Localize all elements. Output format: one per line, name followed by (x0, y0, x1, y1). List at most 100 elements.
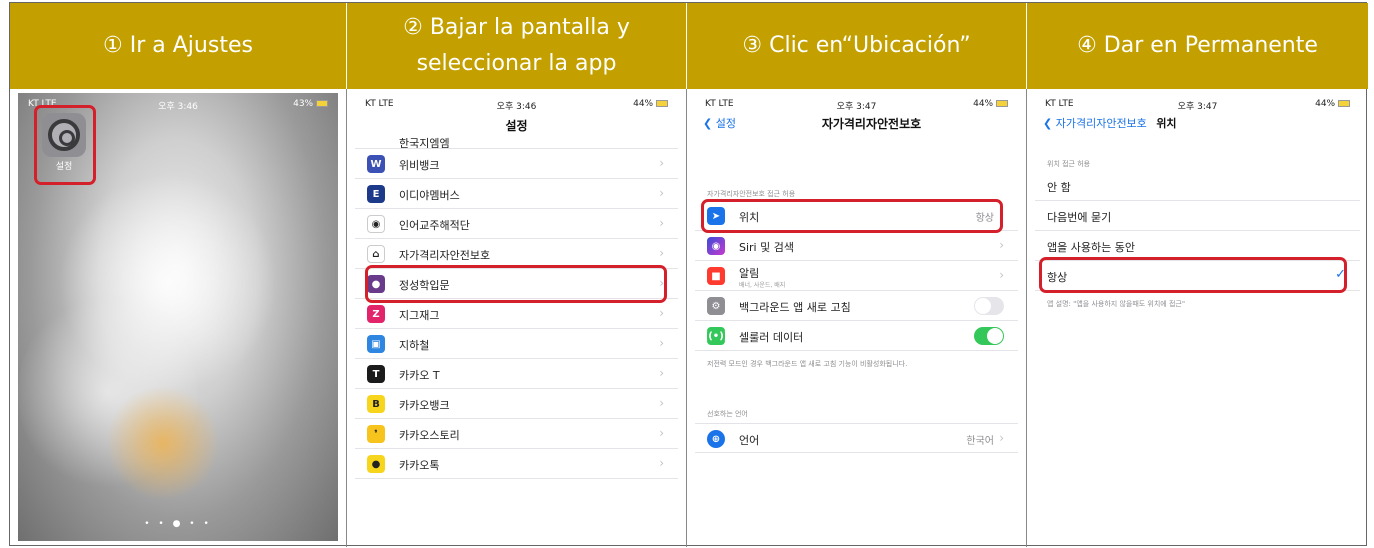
app-icon: ◉ (367, 215, 385, 233)
cellular-label: 셀룰러 데이터 (739, 331, 804, 344)
list-item[interactable]: B 카카오뱅크 › (355, 389, 678, 419)
siri-label: Siri 및 검색 (739, 241, 794, 254)
chevron-right-icon: › (659, 366, 664, 380)
clock-text: 오후 3:47 (836, 102, 877, 112)
list-item[interactable]: T 카카오 T › (355, 359, 678, 389)
list-item[interactable]: Z 지그재그 › (355, 299, 678, 329)
back-button[interactable]: ❮ 자가격리자안전보호 위치 (1043, 115, 1177, 131)
language-value: 한국어 (966, 436, 994, 447)
step-2-header: ② Bajar la pantalla y seleccionar la app (347, 3, 687, 89)
app-icon: ● (367, 455, 385, 473)
app-icon: E (367, 185, 385, 203)
app-icon: B (367, 395, 385, 413)
list-item[interactable]: W 위비뱅크 › (355, 149, 678, 179)
cellular-row[interactable]: ((•)) 셀룰러 데이터 (695, 321, 1018, 351)
cellular-icon: ((•)) (704, 327, 728, 345)
gear-icon: ⚙ (707, 297, 725, 315)
section-header: 선호하는 언어 (707, 410, 748, 418)
list-item-label: 위비뱅크 (399, 159, 440, 172)
chevron-right-icon: › (659, 456, 664, 470)
tutorial-grid: ① Ir a Ajustes ② Bajar la pantalla y sel… (9, 2, 1368, 547)
list-item[interactable]: 한국지엠엠 (355, 133, 678, 149)
chevron-right-icon: › (659, 246, 664, 260)
settings-list-screen: KT LTE 오후 3:46 44% 설정 한국지엠엠 W 위비뱅크 › E 이디야멤버… (355, 93, 678, 541)
notifications-sub: 배너, 사운드, 배지 (739, 282, 786, 289)
step-3-header: ③ Clic en“Ubicación” (687, 3, 1027, 89)
siri-row[interactable]: ◉ Siri 및 검색 › (695, 231, 1018, 261)
footnote: 앱 설명: "앱을 사용하지 않을때도 위치에 접근" (1047, 300, 1186, 308)
option-label: 앱을 사용하는 동안 (1047, 241, 1135, 254)
chevron-right-icon: › (659, 186, 664, 200)
battery-indicator: 43% (293, 99, 328, 109)
notifications-icon: ■ (707, 267, 725, 285)
list-item[interactable]: E 이디야멤버스 › (355, 179, 678, 209)
language-label: 언어 (739, 434, 760, 447)
status-bar: KT LTE 오후 3:47 44% (695, 93, 1018, 115)
list-item-label: 자가격리자안전보호 (399, 249, 491, 262)
battery-percent: 44% (973, 99, 994, 109)
list-item[interactable]: ▣ 지하철 › (355, 329, 678, 359)
option-ask-next-time[interactable]: 다음번에 묻기 (1035, 201, 1360, 231)
option-never[interactable]: 안 함 (1035, 171, 1360, 201)
app-settings-screen: KT LTE 오후 3:47 44% ❮ 설정 자가격리자안전보호 자가격리자안… (695, 93, 1018, 541)
siri-icon: ◉ (707, 237, 725, 255)
chevron-right-icon: › (999, 268, 1004, 282)
battery-indicator: 44% (1315, 99, 1350, 109)
app-icon: T (367, 365, 385, 383)
highlight-box (34, 105, 96, 185)
chevron-right-icon: › (999, 431, 1004, 445)
step-3-panel: KT LTE 오후 3:47 44% ❮ 설정 자가격리자안전보호 자가격리자안… (687, 89, 1027, 547)
globe-icon: ⊕ (707, 430, 725, 448)
clock-text: 오후 3:46 (496, 102, 537, 112)
battery-percent: 44% (633, 99, 654, 109)
chevron-right-icon: › (659, 426, 664, 440)
list-item[interactable]: ◉ 인어교주해적단 › (355, 209, 678, 239)
step-4-header: ④ Dar en Permanente (1027, 3, 1368, 89)
notifications-row[interactable]: ■ 알림 배너, 사운드, 배지 › (695, 261, 1018, 291)
app-icon: W (367, 155, 385, 173)
battery-icon (316, 100, 328, 107)
step-4-panel: KT LTE 오후 3:47 44% ❮ 자가격리자안전보호 위치 위치 접근 … (1027, 89, 1368, 547)
battery-indicator: 44% (633, 99, 668, 109)
nav-title: 자가격리자안전보호 (821, 117, 922, 131)
app-icon: ▣ (367, 335, 385, 353)
list-item-label: 지그재그 (399, 309, 440, 322)
section-header: 자가격리자안전보호 접근 허용 (707, 190, 796, 198)
list-item-label: 인어교주해적단 (399, 219, 470, 232)
cellular-toggle[interactable] (974, 327, 1004, 345)
back-label: 자가격리자안전보호 (1055, 117, 1147, 130)
footnote: 저전력 모드인 경우 백그라운드 앱 새로 고침 기능이 비활성화됩니다. (707, 360, 908, 368)
battery-icon (996, 100, 1008, 107)
list-item-label: 카카오톡 (399, 459, 440, 472)
bg-refresh-label: 백그라운드 앱 새로 고침 (739, 301, 851, 314)
app-icon: Z (367, 305, 385, 323)
option-label: 안 함 (1047, 181, 1071, 194)
list-item[interactable]: ● 카카오톡 › (355, 449, 678, 479)
app-icon: ⌂ (367, 245, 385, 263)
status-bar: KT LTE 오후 3:46 44% (355, 93, 678, 115)
nav-title: 설정 (505, 119, 528, 133)
list-item-label: 카카오뱅크 (399, 399, 450, 412)
highlight-box (1039, 257, 1347, 293)
language-row[interactable]: ⊕ 언어 한국어 › (695, 423, 1018, 453)
notifications-label: 알림 (739, 267, 760, 280)
battery-indicator: 44% (973, 99, 1008, 109)
list-item[interactable]: ❜ 카카오스토리 › (355, 419, 678, 449)
bg-refresh-toggle[interactable] (974, 297, 1004, 315)
list-item-label: 카카오 T (399, 369, 440, 382)
highlight-box (701, 199, 1003, 233)
location-permission-screen: KT LTE 오후 3:47 44% ❮ 자가격리자안전보호 위치 위치 접근 … (1035, 93, 1360, 541)
bg-refresh-row[interactable]: ⚙ 백그라운드 앱 새로 고침 (695, 291, 1018, 321)
chevron-right-icon: › (659, 216, 664, 230)
chevron-right-icon: › (659, 156, 664, 170)
list-item-label: 한국지엠엠 (399, 137, 450, 149)
section-header: 위치 접근 허용 (1047, 160, 1091, 168)
step-2-panel: KT LTE 오후 3:46 44% 설정 한국지엠엠 W 위비뱅크 › E 이디야멤버… (347, 89, 687, 547)
home-screen: KT LTE 오후 3:46 43% 설정 • • ● • • (18, 93, 338, 541)
battery-percent: 43% (293, 99, 314, 109)
battery-percent: 44% (1315, 99, 1336, 109)
battery-icon (1338, 100, 1350, 107)
list-item-label: 카카오스토리 (399, 429, 460, 442)
step-1-panel: KT LTE 오후 3:46 43% 설정 • • ● • • (10, 89, 347, 547)
nav-title: 위치 (1156, 117, 1177, 130)
